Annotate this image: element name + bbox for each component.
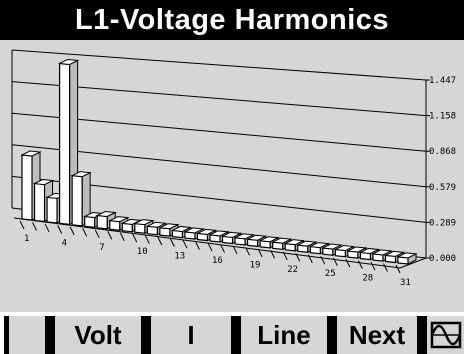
y-tick-label: 0.000 <box>429 254 456 264</box>
bar-h1 <box>21 154 33 221</box>
softkey-i-label: I <box>187 320 195 350</box>
x-tick-label: 28 <box>362 274 373 284</box>
x-tick-label: 1 <box>24 234 29 244</box>
softkey-waveform[interactable] <box>422 316 464 354</box>
x-tick-mark <box>357 260 363 269</box>
floor-front-edge <box>13 217 401 269</box>
x-tick-mark <box>44 223 50 233</box>
bar-h4 <box>58 62 71 226</box>
softkey-line-label: Line <box>257 320 311 350</box>
softkey-volt-label: Volt <box>74 320 122 350</box>
screen-title: L1-Voltage Harmonics <box>74 4 390 36</box>
x-tick-mark <box>395 264 401 274</box>
x-tick-mark <box>383 263 388 272</box>
x-tick-mark <box>345 258 351 268</box>
x-tick-mark <box>370 261 376 271</box>
x-tick-label: 4 <box>62 238 67 248</box>
x-tick-mark <box>157 236 163 246</box>
softkey-i[interactable]: I <box>146 316 236 354</box>
bar-h3 <box>46 196 58 224</box>
x-tick-label: 7 <box>99 243 104 253</box>
x-tick-mark <box>107 231 113 240</box>
y-tick-label: 0.579 <box>429 183 456 193</box>
x-tick-label: 22 <box>287 265 298 275</box>
x-tick-mark <box>19 220 25 230</box>
y-tick-label: 0.868 <box>429 147 456 157</box>
x-tick-mark <box>69 226 75 236</box>
y-tick-label: 0.289 <box>429 218 456 228</box>
bar-h6 <box>84 215 96 228</box>
x-tick-mark <box>32 222 37 231</box>
x-tick-mark <box>207 242 213 252</box>
bar-h10 <box>134 222 146 234</box>
x-tick-label: 19 <box>250 260 261 270</box>
waveform-icon <box>430 321 461 349</box>
x-tick-mark <box>169 238 175 247</box>
softkey-volt[interactable]: Volt <box>50 316 146 354</box>
y-tick-label: 1.447 <box>429 76 456 86</box>
x-tick-mark <box>320 255 326 265</box>
bar-h5 <box>71 174 83 227</box>
y-tick-label: 1.158 <box>429 112 456 122</box>
x-tick-mark <box>332 257 338 266</box>
harmonics-screen: L1-Voltage Harmonics 1.447 1.158 0.868 0.57… <box>0 0 464 354</box>
softkey-next[interactable]: Next <box>332 316 422 354</box>
title-bar: L1-Voltage Harmonics <box>0 0 464 40</box>
x-tick-label: 13 <box>174 252 185 262</box>
softkey-line[interactable]: Line <box>236 316 332 354</box>
bar-h8 <box>109 219 121 231</box>
softkey-blank[interactable] <box>4 316 50 354</box>
bar-h2 <box>33 182 46 223</box>
x-tick-mark <box>119 232 125 241</box>
x-tick-mark <box>82 228 88 237</box>
x-tick-mark <box>182 239 188 249</box>
x-tick-label: 16 <box>212 256 223 266</box>
x-tick-label: 31 <box>400 278 411 288</box>
x-tick-mark <box>144 235 150 244</box>
harmonics-chart: 1.447 1.158 0.868 0.579 0.289 0.000 1 4 7 10 13 16… <box>11 49 456 288</box>
x-tick-mark <box>57 225 63 234</box>
x-tick-label: 10 <box>137 247 148 257</box>
softkey-next-label: Next <box>348 320 406 350</box>
x-tick-mark <box>132 233 138 243</box>
bar-h7 <box>96 214 108 230</box>
softkey-bar: Volt I Line Next <box>0 312 464 354</box>
x-tick-mark <box>94 229 100 239</box>
x-tick-mark <box>195 241 200 250</box>
x-tick-label: 25 <box>325 269 336 279</box>
